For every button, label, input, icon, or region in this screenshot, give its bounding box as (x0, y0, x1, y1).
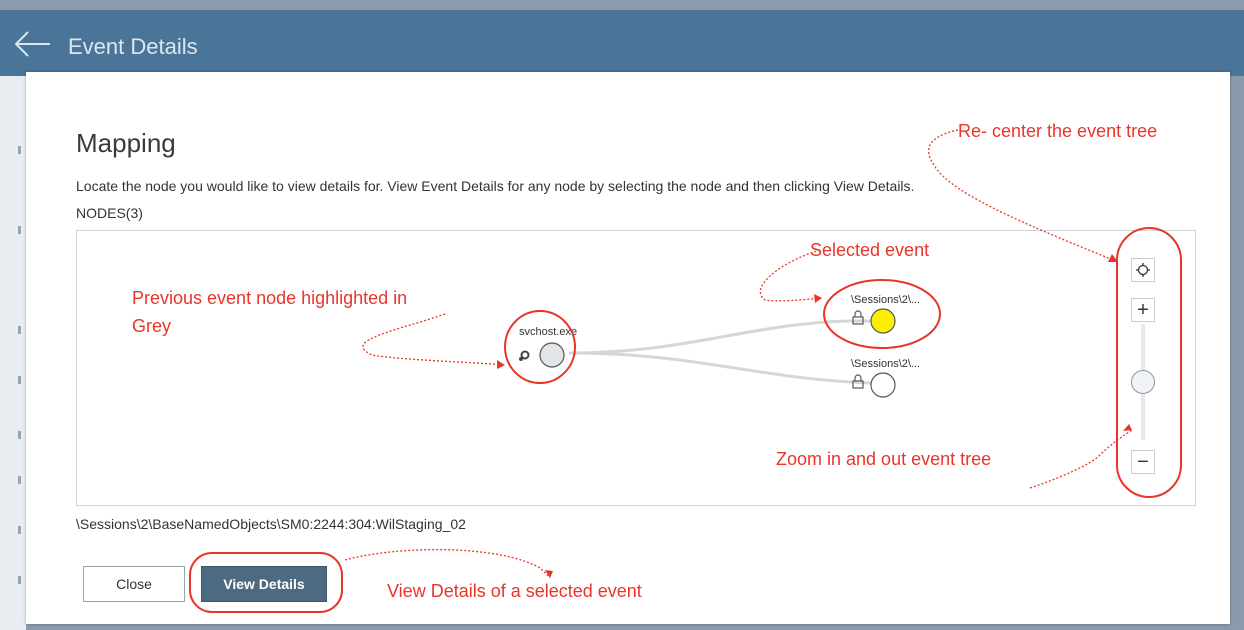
node-label: \Sessions\2\... (851, 358, 920, 370)
page-title: Event Details (68, 34, 198, 59)
annotation-previous-line2: Grey (132, 316, 172, 336)
dialog-title: Mapping (76, 128, 176, 158)
dialog-description: Locate the node you would like to view d… (76, 178, 915, 194)
annotation-previous-line1: Previous event node highlighted in (132, 288, 408, 308)
lock-icon (852, 374, 864, 389)
header-bar: Event Details (0, 10, 1244, 76)
node-label: \Sessions\2\... (851, 294, 920, 306)
background-panel (0, 76, 26, 630)
tree-node-svchost[interactable]: svchost.exe (519, 326, 577, 368)
node-circle[interactable] (539, 342, 565, 368)
tree-node-sessions[interactable]: \Sessions\2\... (851, 358, 920, 398)
tree-edge (568, 319, 872, 355)
annotation-recenter: Re- center the event tree (958, 121, 1158, 141)
crosshair-icon[interactable] (1131, 258, 1155, 282)
tree-node-sessions-selected[interactable]: \Sessions\2\... (851, 294, 920, 334)
mapping-dialog: Mapping Locate the node you would like t… (26, 72, 1230, 624)
annotation-selected: Selected event (810, 240, 930, 260)
nodes-count-label: NODES(3) (76, 205, 143, 221)
zoom-in-button[interactable]: + (1131, 298, 1155, 322)
node-label: svchost.exe (519, 326, 577, 338)
event-tree-canvas[interactable]: svchost.exe \Sessions\2\... \Sessions\2\… (76, 230, 1196, 506)
gear-icon (519, 350, 530, 361)
selected-node-path: \Sessions\2\BaseNamedObjects\SM0:2244:30… (76, 516, 466, 532)
arrow-left-icon[interactable] (10, 24, 54, 64)
node-circle[interactable] (870, 308, 896, 334)
close-button[interactable]: Close (83, 566, 185, 602)
node-circle[interactable] (870, 372, 896, 398)
tree-edge (568, 351, 872, 385)
zoom-out-button[interactable]: − (1131, 450, 1155, 474)
annotation-view-details: View Details of a selected event (387, 581, 642, 601)
event-tree-graph: svchost.exe \Sessions\2\... \Sessions\2\… (519, 294, 920, 398)
zoom-slider-handle[interactable] (1131, 370, 1155, 394)
annotation-zoom: Zoom in and out event tree (776, 449, 992, 469)
view-details-button[interactable]: View Details (201, 566, 327, 602)
